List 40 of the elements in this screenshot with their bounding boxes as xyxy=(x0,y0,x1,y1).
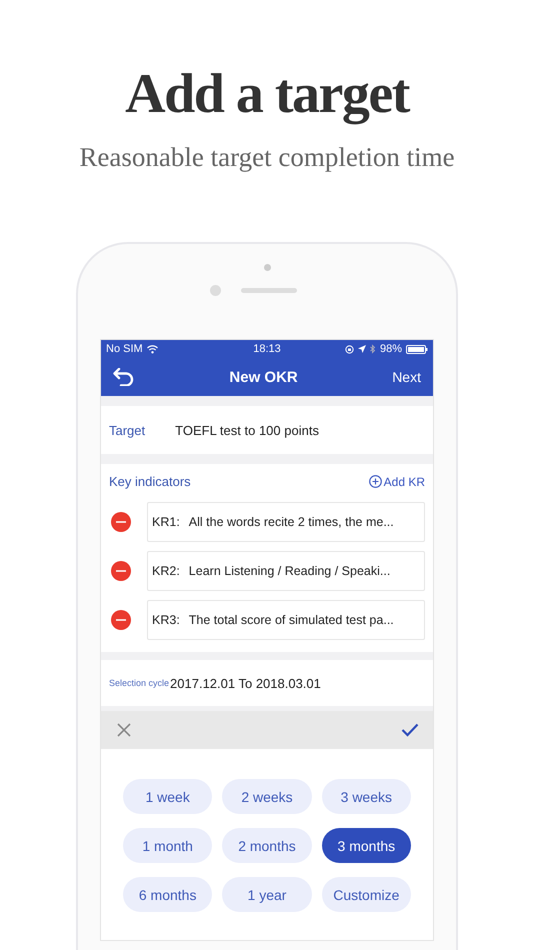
period-option[interactable]: 1 year xyxy=(222,877,312,912)
plus-circle-icon xyxy=(368,475,382,488)
carrier-text: No SIM xyxy=(106,343,143,355)
remove-icon[interactable] xyxy=(111,610,131,630)
period-option[interactable]: 1 month xyxy=(123,828,212,863)
back-icon[interactable] xyxy=(113,368,135,386)
page-heading: Add a target xyxy=(125,62,409,127)
battery-icon xyxy=(406,344,428,354)
period-option[interactable]: 3 weeks xyxy=(322,779,411,814)
wifi-icon xyxy=(146,344,158,354)
key-indicators-label: Key indicators xyxy=(109,474,191,489)
period-option[interactable]: Customize xyxy=(322,877,411,912)
period-option[interactable]: 6 months xyxy=(123,877,212,912)
add-kr-button[interactable]: Add KR xyxy=(368,474,425,488)
cycle-value: 2017.12.01 To 2018.03.01 xyxy=(170,676,321,690)
close-icon[interactable] xyxy=(117,723,131,737)
speaker-grille xyxy=(240,288,296,293)
period-option[interactable]: 2 weeks xyxy=(222,779,312,814)
remove-icon[interactable] xyxy=(111,512,131,532)
kr-field[interactable]: KR1: All the words recite 2 times, the me... xyxy=(147,502,425,542)
kr-field[interactable]: KR2: Learn Listening / Reading / Speaki... xyxy=(147,551,425,591)
period-option[interactable]: 2 months xyxy=(222,828,312,863)
screen-title: New OKR xyxy=(229,368,298,386)
target-label: Target xyxy=(109,422,146,438)
next-button[interactable]: Next xyxy=(392,369,421,385)
camera-lens xyxy=(210,285,220,296)
checkmark-icon[interactable] xyxy=(401,723,419,737)
bluetooth-icon xyxy=(370,344,376,354)
page-subheading: Reasonable target completion time xyxy=(79,141,455,174)
lock-rotation-icon xyxy=(344,344,354,354)
status-time: 18:13 xyxy=(253,343,281,355)
cycle-label: Selection cycle xyxy=(109,678,170,688)
target-value: TOEFL test to 100 points xyxy=(175,422,319,438)
remove-icon[interactable] xyxy=(111,561,131,581)
battery-text: 98% xyxy=(380,343,402,355)
sensor-dot xyxy=(264,264,270,271)
period-option[interactable]: 1 week xyxy=(123,779,212,814)
location-icon xyxy=(358,345,366,353)
kr-field[interactable]: KR3: The total score of simulated test pa... xyxy=(147,600,425,640)
period-option[interactable]: 3 months xyxy=(322,828,411,863)
